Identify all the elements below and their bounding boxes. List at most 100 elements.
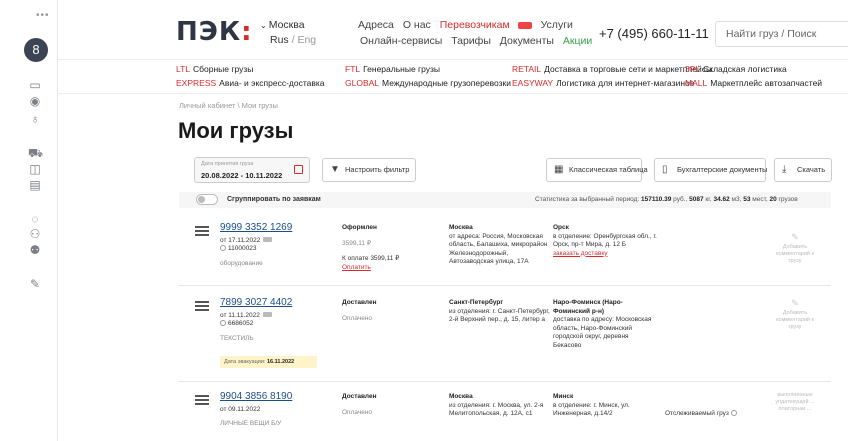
add-comment[interactable]: ✎ Добавить комментарий к грузу — [769, 299, 821, 331]
info-icon — [730, 410, 737, 417]
top-header: ПЭК: ⌄ Москва Rus / Eng Адреса О нас Пере… — [58, 0, 848, 60]
shipment-number[interactable]: 7899 3027 4402 — [220, 298, 292, 308]
cargo-type: ЛИЧНЫЕ ВЕЩИ Б/У — [220, 420, 282, 427]
logo[interactable]: ПЭК: — [176, 17, 253, 47]
origin-address: от адреса: Россия, Московская область, Б… — [449, 232, 548, 266]
service-mall[interactable]: MALL Маркетплейс автозапчастей — [685, 78, 822, 88]
table-row[interactable]: 9904 3856 8190 от 09.11.2022 ЛИЧНЫЕ ВЕЩИ… — [179, 382, 831, 441]
status-badge: Оформлен — [342, 224, 377, 231]
shipment-status-cell: Оформлен 3599,11 ₽ К оплате 3599,11 ₽ Оп… — [342, 224, 399, 272]
cargo-type: оборудование — [220, 259, 263, 267]
download-icon: ⤓ — [782, 164, 787, 175]
service-express[interactable]: EXPRESS Авиа- и экспресс-доставка — [176, 78, 325, 88]
search-input[interactable]: Найти груз / Поиск — [715, 21, 848, 47]
clock-icon — [220, 245, 226, 252]
city-selector[interactable]: ⌄ Москва — [260, 19, 305, 31]
amount-due: К оплате 3599,11 ₽ — [342, 255, 400, 262]
classic-table-button[interactable]: ▦ Классическая таблица — [546, 158, 648, 182]
nav-tariffs[interactable]: Тарифы — [451, 35, 491, 47]
truck-icon — [517, 21, 532, 29]
rating-icon[interactable]: ◉ — [28, 94, 42, 108]
download-button[interactable]: ⤓ Скачать — [774, 158, 832, 182]
more-icon[interactable]: ••• — [36, 10, 50, 21]
shipment-status-cell: Доставлен Оплачено — [342, 393, 377, 417]
origin-address: из отделения: г. Санкт-Петербург, 2-й Ве… — [449, 307, 550, 324]
breadcrumb[interactable]: Личный кабинет \ Мои грузы — [179, 101, 278, 110]
calendar-icon — [294, 165, 303, 174]
origin-address: из отделения: г. Москва, ул. 2-я Мелитоп… — [449, 401, 544, 418]
cargo-type: ТЕКСТИЛЬ — [220, 334, 254, 342]
nav-addresses[interactable]: Адреса — [358, 19, 394, 31]
destination-address: доставка по адресу: Московская область, … — [553, 316, 652, 349]
origin-cell: Москва из отделения: г. Москва, ул. 2-я … — [449, 393, 553, 419]
table-row[interactable]: 7899 3027 4402 от 11.11.2022 6686052 ТЕК… — [179, 286, 831, 382]
shipment-number[interactable]: 9999 3352 1269 — [220, 223, 292, 233]
service-ftl[interactable]: FTL Генеральные грузы — [345, 64, 440, 74]
toggle-knob — [198, 196, 205, 203]
left-rail: ••• 8 ▭ ◉ ♁ ⛟ ◫ ▤ ◌ ⚇ ⚉ ✎ — [0, 0, 58, 441]
nav-about[interactable]: О нас — [403, 19, 431, 31]
amount: 3599,11 ₽ — [342, 239, 371, 247]
service-ltl[interactable]: LTL Сборные грузы — [176, 64, 253, 74]
origin-cell: Санкт-Петербург из отделения: г. Санкт-П… — [449, 299, 553, 325]
shipment-date: от 09.11.2022 — [220, 405, 261, 413]
nav-services[interactable]: Услуги — [541, 19, 573, 31]
filter-button[interactable]: ▼ Настроить фильтр — [322, 158, 416, 182]
nav-promotions[interactable]: Акции — [563, 35, 592, 47]
menu-icon[interactable] — [195, 395, 209, 405]
destination-cell: Наро-Фоминск (Наро-Фоминский р-н) достав… — [553, 299, 657, 350]
group-toggle[interactable] — [196, 194, 218, 205]
shipment-status-cell: Доставлен Оплачено — [342, 299, 377, 323]
menu-icon[interactable] — [195, 301, 209, 311]
shipment-code: 11000023 — [228, 245, 257, 252]
origin-city: Москва — [449, 224, 473, 231]
accounting-docs-button[interactable]: ▯ Бухгалтерские документы — [654, 158, 767, 182]
status-badge: Доставлен — [342, 299, 377, 306]
add-comment[interactable]: ✎ Добавить комментарий к грузу — [769, 233, 821, 265]
service-global[interactable]: GLOBAL Международные грузоперевозки — [345, 78, 511, 88]
destination-city: Орск — [553, 224, 569, 231]
users-icon[interactable]: ⚇ — [28, 227, 42, 241]
shipment-info: 9999 3352 1269 от 17.11.2022 11000023 об… — [220, 223, 292, 268]
destination-address: в отделение: Оренбургская обл., г. Орск,… — [553, 232, 657, 249]
service-retail[interactable]: RETAIL Доставка в торговые сети и маркетп… — [512, 64, 712, 74]
cargo-icon[interactable]: ▭ — [28, 78, 42, 92]
table-row[interactable]: 9999 3352 1269 от 17.11.2022 11000023 об… — [179, 210, 831, 286]
menu-icon[interactable] — [195, 226, 209, 236]
nav-top: Адреса О нас Перевозчикам Услуги — [358, 19, 579, 31]
date-range-value: 20.08.2022 - 10.11.2022 — [201, 171, 283, 180]
box-icon[interactable]: ◫ — [28, 162, 42, 176]
group-toggle-label: Сгруппировать по заявкам — [227, 196, 321, 203]
shipment-date: от 17.11.2022 — [220, 236, 261, 244]
tracked-cargo[interactable]: Отслеживаемый груз — [665, 410, 739, 419]
avatar[interactable]: 8 — [24, 38, 48, 62]
page-title: Мои грузы — [178, 118, 294, 143]
shipment-code: 6686052 — [228, 320, 254, 327]
truck-icon — [263, 237, 273, 243]
nav-carriers[interactable]: Перевозчикам — [440, 19, 532, 31]
chat-icon[interactable]: ◌ — [28, 212, 42, 226]
destination-city: Наро-Фоминск (Наро-Фоминский р-н) — [553, 299, 623, 315]
status-badge: Доставлен — [342, 393, 377, 400]
document-icon[interactable]: ▤ — [28, 178, 42, 192]
rocket-icon[interactable]: ✎ — [28, 277, 42, 291]
period-statistics: Статистика за выбранный период: 157110.3… — [535, 196, 798, 203]
destination-address: в отделение: г. Минск, ул. Инженерная, д… — [553, 401, 630, 418]
date-range-picker[interactable]: Дата принятия груза 20.08.2022 - 10.11.2… — [194, 157, 310, 183]
badge-icon[interactable]: ♁ — [28, 112, 42, 126]
service-easyway[interactable]: EASYWAY Логистика для интернет-магазинов — [512, 78, 694, 88]
comment-text: выполненные упдатекущей ... платорнаи ..… — [775, 392, 815, 412]
truck-icon[interactable]: ⛟ — [28, 146, 43, 160]
nav-online-services[interactable]: Онлайн-сервисы — [360, 35, 442, 47]
amount: Оплачено — [342, 314, 373, 322]
shipment-info: 9904 3856 8190 от 09.11.2022 ЛИЧНЫЕ ВЕЩИ… — [220, 392, 292, 429]
users-settings-icon[interactable]: ⚉ — [28, 243, 42, 257]
order-delivery-link[interactable]: заказать доставку — [553, 250, 657, 259]
phone-number[interactable]: +7 (495) 660-11-11 — [599, 26, 709, 41]
service-3pl[interactable]: 3PL Складская логистика — [685, 64, 787, 74]
shipment-number[interactable]: 9904 3856 8190 — [220, 392, 292, 402]
pay-link[interactable]: Оплатить — [342, 264, 399, 273]
table-icon: ▦ — [554, 164, 564, 175]
language-switch[interactable]: Rus / Eng — [270, 34, 316, 46]
nav-documents[interactable]: Документы — [500, 35, 554, 47]
